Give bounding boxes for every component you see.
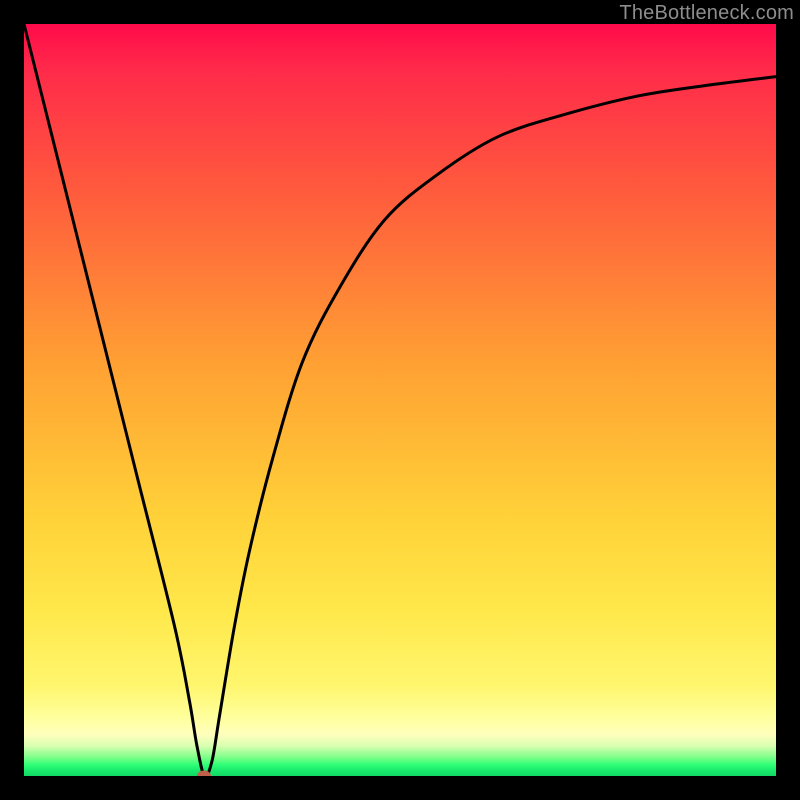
attribution-text: TheBottleneck.com xyxy=(619,2,794,25)
plot-area xyxy=(24,24,776,776)
optimum-point-marker xyxy=(197,771,211,777)
bottleneck-curve xyxy=(24,24,776,776)
chart-frame: TheBottleneck.com xyxy=(0,0,800,800)
